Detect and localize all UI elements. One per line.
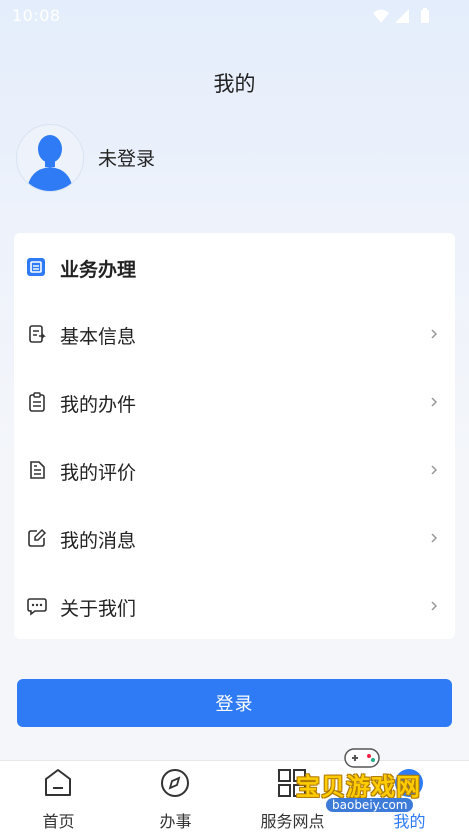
tab-label: 服务网点 xyxy=(260,812,325,831)
grid-icon xyxy=(278,769,306,797)
status-time: 10:08 xyxy=(12,6,61,25)
menu-item-my-cases[interactable]: 我的办件 xyxy=(14,369,455,437)
menu-item-my-messages[interactable]: 我的消息 xyxy=(14,505,455,573)
menu-item-label: 关于我们 xyxy=(60,598,137,620)
menu-item-basic-info[interactable]: 基本信息 xyxy=(14,301,455,369)
menu-item-label: 我的评价 xyxy=(60,462,137,484)
status-icons xyxy=(373,8,429,23)
user-avatar-icon xyxy=(27,135,73,191)
avatar[interactable] xyxy=(16,124,84,192)
user-icon xyxy=(395,769,423,797)
document-icon xyxy=(30,461,45,479)
menu-item-label: 基本信息 xyxy=(60,326,137,348)
tab-mine[interactable]: 我的 xyxy=(351,761,468,835)
menu-item-label: 我的办件 xyxy=(60,394,137,416)
edit-icon xyxy=(28,528,47,547)
tab-service-outlets[interactable]: 服务网点 xyxy=(234,761,351,835)
tab-label: 首页 xyxy=(42,812,75,831)
compass-icon xyxy=(161,769,189,797)
tab-home[interactable]: 首页 xyxy=(0,761,117,835)
id-card-icon xyxy=(29,325,46,343)
tab-bar: 首页 办事 服务网点 我的 xyxy=(0,760,469,835)
profile-name: 未登录 xyxy=(98,148,156,170)
battery-icon xyxy=(421,8,429,23)
chevron-right-icon xyxy=(431,533,438,543)
chevron-right-icon xyxy=(431,329,438,339)
business-icon xyxy=(27,258,45,276)
chevron-right-icon xyxy=(431,465,438,475)
clipboard-icon xyxy=(29,392,45,412)
chat-icon xyxy=(27,598,47,616)
menu-item-label: 我的消息 xyxy=(60,530,137,552)
tab-label: 办事 xyxy=(159,812,192,831)
menu-item-about-us[interactable]: 关于我们 xyxy=(14,573,455,641)
login-button[interactable]: 登录 xyxy=(17,679,452,727)
status-bar: 10:08 xyxy=(0,0,469,32)
tab-label: 我的 xyxy=(393,812,426,831)
tab-services[interactable]: 办事 xyxy=(117,761,234,835)
home-icon xyxy=(45,769,71,796)
menu-item-my-reviews[interactable]: 我的评价 xyxy=(14,437,455,505)
profile-section[interactable]: 未登录 xyxy=(16,124,416,192)
signal-icon xyxy=(395,9,409,23)
business-card-title: 业务办理 xyxy=(60,259,137,281)
business-card: 业务办理 基本信息 我的办件 我的评价 我的消息 关于我们 xyxy=(14,233,455,639)
chevron-right-icon xyxy=(431,601,438,611)
wifi-icon xyxy=(373,9,389,23)
page-title: 我的 xyxy=(213,72,256,96)
chevron-right-icon xyxy=(431,397,438,407)
